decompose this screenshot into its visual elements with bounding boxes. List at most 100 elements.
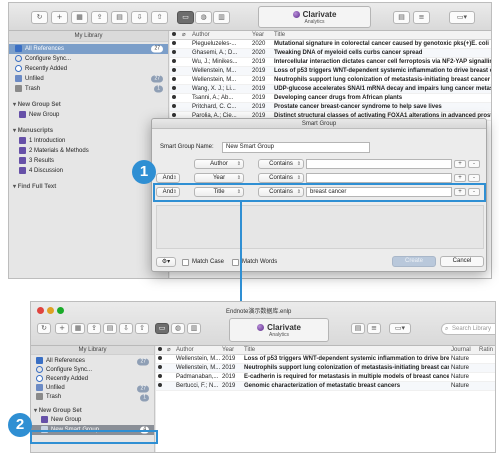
table-row[interactable]: Pritchard, C. C... 2019 Prostate cancer br…: [170, 103, 491, 112]
library-icon[interactable]: ▥: [187, 323, 201, 334]
table-row[interactable]: Wellenstein, M... 2019 Loss of p53 trigger…: [156, 355, 495, 364]
unread-dot-icon: [172, 41, 176, 46]
cancel-button[interactable]: Cancel: [440, 256, 484, 267]
layout-icon[interactable]: ▭▾: [389, 323, 411, 334]
add-person-icon[interactable]: +: [55, 323, 69, 334]
sidebar-item-group[interactable]: 2 Materials & Methods: [9, 146, 168, 156]
word-icon[interactable]: ▤: [351, 323, 365, 334]
rule-row: Author ⇕ Contains ⇕ + -: [152, 159, 488, 171]
table-row[interactable]: Plegueluzeles-... 2020 Mutational signatur…: [170, 40, 491, 49]
attachment-column[interactable]: ⌀: [165, 346, 174, 354]
column-author[interactable]: Author: [190, 31, 250, 39]
match-case-checkbox[interactable]: [182, 259, 189, 266]
word-icon[interactable]: ▤: [393, 11, 410, 24]
create-button[interactable]: Create: [392, 256, 436, 267]
remove-rule-button[interactable]: -: [468, 160, 480, 168]
add-rule-button[interactable]: +: [454, 174, 466, 182]
sidebar-item-new-group[interactable]: New Group: [31, 416, 154, 425]
insert-citation-icon[interactable]: ≡: [413, 11, 430, 24]
table-row[interactable]: Wellenstein, M... 2019 Neutrophils support…: [156, 364, 495, 373]
sidebar-item-new-group[interactable]: New Group: [9, 110, 168, 120]
import-icon[interactable]: ⇩: [131, 11, 148, 24]
sidebar-item-trash[interactable]: Trash 1: [31, 393, 154, 402]
sidebar-item-all-references[interactable]: All References 27: [9, 44, 168, 54]
cell-year: 2019: [252, 104, 266, 110]
sidebar-item-recently-added[interactable]: Recently Added: [9, 64, 168, 74]
share-icon[interactable]: ⇪: [87, 323, 101, 334]
zoom-window-icon[interactable]: [57, 307, 64, 314]
field-select[interactable]: Author ⇕: [194, 159, 244, 169]
folder-icon[interactable]: ▭: [177, 11, 194, 24]
insert-citation-icon[interactable]: ≡: [367, 323, 381, 334]
rule-value-input[interactable]: [306, 173, 452, 183]
table-row[interactable]: Wellenstein, M... 2019 Neutrophils support…: [170, 76, 491, 85]
field-select[interactable]: Year ⇕: [194, 173, 244, 183]
sidebar-item-configure-sync[interactable]: Configure Sync...: [31, 366, 154, 375]
sidebar-item-trash[interactable]: Trash 1: [9, 84, 168, 94]
group-icon[interactable]: ▦: [71, 323, 85, 334]
close-window-icon[interactable]: [37, 307, 44, 314]
table-row[interactable]: Tsanni, A.; Ab... 2019 Developing cancer d…: [170, 94, 491, 103]
boolean-select[interactable]: And ⇕: [156, 173, 180, 183]
new-reference-icon[interactable]: ▤: [111, 11, 128, 24]
column-title[interactable]: Title: [242, 346, 449, 354]
column-journal[interactable]: Journal: [449, 346, 477, 354]
cell-author: Plegueluzeles-...: [192, 41, 237, 47]
column-title[interactable]: Title: [272, 31, 491, 39]
count-badge: 1: [140, 394, 149, 401]
rule-value-input[interactable]: [306, 159, 452, 169]
cell-year: 2019: [222, 374, 236, 380]
group-set-header[interactable]: ▾ New Group Set: [31, 407, 154, 416]
group-set-header[interactable]: ▾ New Group Set: [9, 100, 168, 110]
cell-author: Pritchard, C. C...: [192, 104, 237, 110]
sidebar-item-group[interactable]: 1 Introduction: [9, 136, 168, 146]
sync-icon[interactable]: ↻: [37, 323, 51, 334]
smart-group-name-input[interactable]: New Smart Group: [222, 142, 370, 153]
group-icon[interactable]: ▦: [71, 11, 88, 24]
read-status-column[interactable]: [170, 31, 180, 39]
table-row[interactable]: Bertucci, F.; N... 2019 Genomic characteri…: [156, 382, 495, 391]
new-reference-icon[interactable]: ▤: [103, 323, 117, 334]
table-row[interactable]: Wang, X. J.; Li... 2019 UDP-glucose accele…: [170, 85, 491, 94]
cell-author: Wellenstein, M...: [192, 77, 237, 83]
cell-journal: Nature: [451, 356, 470, 362]
export-icon[interactable]: ⇧: [135, 323, 149, 334]
column-author[interactable]: Author: [174, 346, 220, 354]
top-toolbar: ↻ + ▦ ⇪ ▤ ⇩ ⇧ ▭ ◍ ▥ Clarivate Analytics …: [9, 3, 491, 31]
table-row[interactable]: Wu, J.; Minikes... 2019 Intercellular inte…: [170, 58, 491, 67]
sidebar-item-unfiled[interactable]: Unfiled 27: [9, 74, 168, 84]
remove-rule-button[interactable]: -: [468, 174, 480, 182]
column-year[interactable]: Year: [220, 346, 242, 354]
attachment-column[interactable]: ⌀: [180, 31, 190, 39]
folder-icon[interactable]: ▭: [155, 323, 169, 334]
operator-select[interactable]: Contains ⇕: [258, 159, 304, 169]
globe-icon[interactable]: ◍: [171, 323, 185, 334]
share-icon[interactable]: ⇪: [91, 11, 108, 24]
sync-icon[interactable]: ↻: [31, 11, 48, 24]
operator-select[interactable]: Contains ⇕: [258, 173, 304, 183]
add-person-icon[interactable]: +: [51, 11, 68, 24]
sidebar-item-recently-added[interactable]: Recently Added: [31, 375, 154, 384]
layout-icon[interactable]: ▭▾: [449, 11, 475, 24]
globe-icon[interactable]: ◍: [195, 11, 212, 24]
search-input[interactable]: ⌕ Search Library: [441, 323, 495, 335]
minimize-window-icon[interactable]: [47, 307, 54, 314]
column-rating[interactable]: Ratin: [477, 346, 495, 354]
table-row[interactable]: Padmanaban,... 2019 E-cadherin is required…: [156, 373, 495, 382]
add-rule-button[interactable]: +: [454, 160, 466, 168]
gear-menu-button[interactable]: ⚙▾: [156, 257, 176, 267]
table-row[interactable]: Ghasemi, A.; D... 2020 Tweaking DNA of mye…: [170, 49, 491, 58]
column-year[interactable]: Year: [250, 31, 272, 39]
import-icon[interactable]: ⇩: [119, 323, 133, 334]
unfiled-icon: [36, 384, 43, 391]
library-icon[interactable]: ▥: [213, 11, 230, 24]
match-words-checkbox[interactable]: [232, 259, 239, 266]
group-set-header[interactable]: ▾ Manuscripts: [9, 126, 168, 136]
sidebar-item-configure-sync[interactable]: Configure Sync...: [9, 54, 168, 64]
read-status-column[interactable]: [156, 346, 165, 354]
sidebar-item-unfiled[interactable]: Unfiled 27: [31, 384, 154, 393]
sidebar-item-all-references[interactable]: All References 27: [31, 357, 154, 366]
table-row[interactable]: Wellenstein, M... 2019 Loss of p53 trigger…: [170, 67, 491, 76]
cell-title: Mutational signature in colorectal cance…: [274, 41, 489, 47]
export-icon[interactable]: ⇧: [151, 11, 168, 24]
